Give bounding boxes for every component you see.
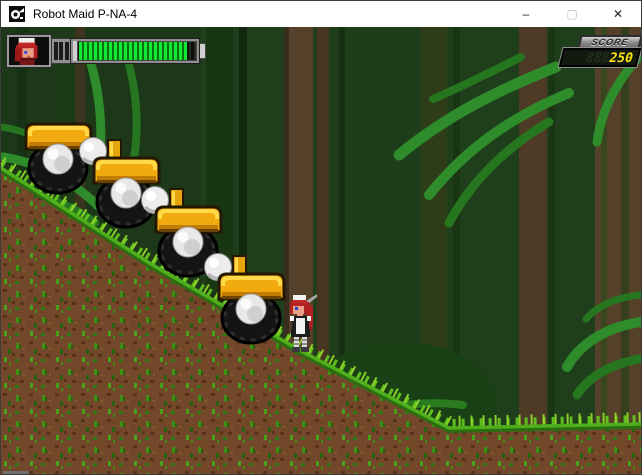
health-fill (79, 42, 187, 60)
window-title: Robot Maid P-NA-4 (33, 7, 138, 21)
game-viewport[interactable]: SCORE 888888 250 (1, 27, 641, 474)
health-bar-frame (70, 38, 200, 64)
score-label: SCORE (590, 37, 630, 47)
health-connector (51, 38, 71, 64)
close-button[interactable]: ✕ (595, 1, 641, 27)
score-value: 250 (605, 51, 635, 66)
wheel-machine (217, 272, 286, 345)
maximize-button: ▢ (566, 7, 578, 21)
maid-face-icon (10, 37, 48, 65)
minimize-button[interactable]: – (503, 1, 549, 27)
bottom-left-strip (3, 471, 29, 474)
score-lcd: 888888 250 (557, 47, 641, 68)
health-bar-endcap (199, 43, 206, 59)
health-bar (6, 34, 215, 68)
game-scene (1, 27, 641, 474)
title-bar[interactable]: Robot Maid P-NA-4 – ▢ ✕ (1, 1, 641, 27)
app-window: Robot Maid P-NA-4 – ▢ ✕ SCORE 250 (0, 0, 642, 475)
app-logo-icon (9, 6, 25, 22)
score-plate: SCORE (577, 35, 641, 49)
player-portrait (6, 34, 52, 68)
score-display: SCORE 888888 250 (557, 35, 641, 69)
